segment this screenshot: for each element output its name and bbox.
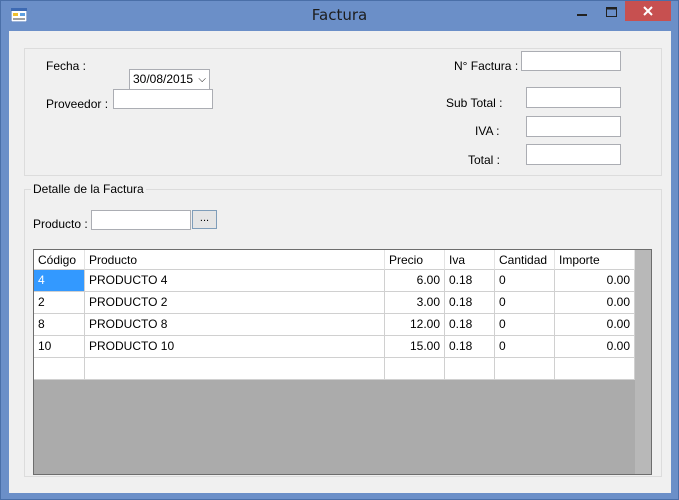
maximize-button[interactable]: [597, 2, 625, 22]
column-header-importe[interactable]: Importe: [555, 250, 635, 270]
grid-cell-codigo[interactable]: 2: [34, 292, 85, 314]
grid-cell-iva[interactable]: 0.18: [445, 336, 495, 358]
invoice-header-group: Fecha : 30/08/2015 ⌵ Proveedor : N° Fact…: [24, 48, 662, 176]
iva-input[interactable]: [526, 116, 621, 137]
nro-factura-label: N° Factura :: [454, 59, 519, 73]
grid-cell-iva[interactable]: 0.18: [445, 292, 495, 314]
grid-vertical-scrollbar[interactable]: [635, 250, 651, 474]
proveedor-label: Proveedor :: [46, 97, 109, 111]
grid-cell-precio[interactable]: 6.00: [385, 270, 445, 292]
grid-new-row-cell[interactable]: [445, 358, 495, 380]
producto-label: Producto :: [33, 217, 88, 231]
total-input[interactable]: [526, 144, 621, 165]
grid-cell-importe[interactable]: 0.00: [555, 314, 635, 336]
close-button[interactable]: [625, 1, 671, 21]
detail-group-title: Detalle de la Factura: [31, 182, 146, 196]
close-icon: [643, 6, 653, 16]
browse-product-button[interactable]: ...: [192, 210, 217, 229]
grid-cell-iva[interactable]: 0.18: [445, 314, 495, 336]
iva-label: IVA :: [475, 124, 500, 138]
grid-cell-cantidad[interactable]: 0: [495, 336, 555, 358]
grid-cell-producto[interactable]: PRODUCTO 4: [85, 270, 385, 292]
subtotal-input[interactable]: [526, 87, 621, 108]
grid-cell-importe[interactable]: 0.00: [555, 292, 635, 314]
form-client-area: Fecha : 30/08/2015 ⌵ Proveedor : N° Fact…: [9, 31, 671, 493]
grid-cell-importe[interactable]: 0.00: [555, 270, 635, 292]
title-bar[interactable]: Factura: [1, 1, 678, 31]
grid-new-row-cell[interactable]: [555, 358, 635, 380]
grid-cell-codigo[interactable]: 4: [34, 270, 85, 292]
column-header-producto[interactable]: Producto: [85, 250, 385, 270]
grid-cell-precio[interactable]: 12.00: [385, 314, 445, 336]
grid-cell-producto[interactable]: PRODUCTO 8: [85, 314, 385, 336]
column-header-precio[interactable]: Precio: [385, 250, 445, 270]
nro-factura-input[interactable]: [521, 51, 621, 71]
factura-window: Factura Fecha : 30/08/2015 ⌵ Proveedor :…: [0, 0, 679, 500]
grid-new-row-cell[interactable]: [85, 358, 385, 380]
fecha-label: Fecha :: [46, 59, 87, 73]
grid-cell-codigo[interactable]: 8: [34, 314, 85, 336]
fecha-datepicker[interactable]: 30/08/2015 ⌵: [129, 69, 210, 90]
grid-cell-iva[interactable]: 0.18: [445, 270, 495, 292]
producto-input[interactable]: [91, 210, 191, 230]
grid-cell-cantidad[interactable]: 0: [495, 292, 555, 314]
grid-new-row-cell[interactable]: [385, 358, 445, 380]
grid-cell-cantidad[interactable]: 0: [495, 270, 555, 292]
minimize-icon: [577, 14, 587, 16]
grid-cell-cantidad[interactable]: 0: [495, 314, 555, 336]
grid-new-row-cell[interactable]: [495, 358, 555, 380]
invoice-detail-grid[interactable]: Código Producto Precio Iva Cantidad Impo…: [33, 249, 652, 475]
column-header-iva[interactable]: Iva: [445, 250, 495, 270]
column-header-cantidad[interactable]: Cantidad: [495, 250, 555, 270]
grid-new-row-cell[interactable]: [34, 358, 85, 380]
column-header-codigo[interactable]: Código: [34, 250, 85, 270]
total-label: Total :: [468, 153, 501, 167]
subtotal-label: Sub Total :: [446, 96, 503, 110]
grid-cell-precio[interactable]: 3.00: [385, 292, 445, 314]
grid-cell-codigo[interactable]: 10: [34, 336, 85, 358]
grid-cell-precio[interactable]: 15.00: [385, 336, 445, 358]
proveedor-input[interactable]: [113, 89, 213, 109]
grid-cell-producto[interactable]: PRODUCTO 10: [85, 336, 385, 358]
grid-cell-importe[interactable]: 0.00: [555, 336, 635, 358]
maximize-icon: [605, 7, 617, 17]
grid-cell-producto[interactable]: PRODUCTO 2: [85, 292, 385, 314]
chevron-down-icon[interactable]: ⌵: [198, 70, 206, 89]
minimize-button[interactable]: [567, 2, 597, 22]
fecha-value: 30/08/2015: [133, 72, 194, 86]
